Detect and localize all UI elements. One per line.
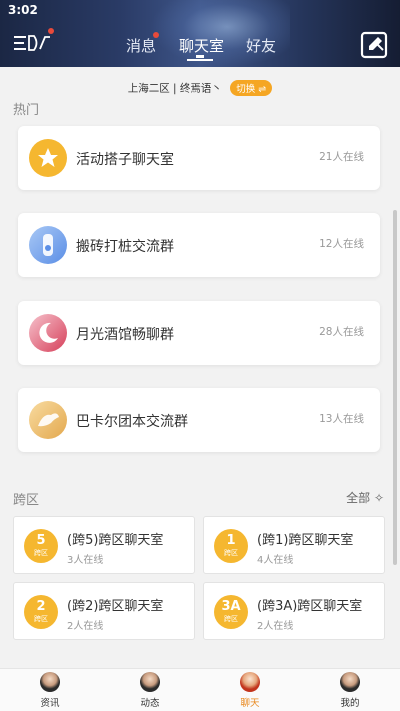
badge-number: 5 [36,533,46,548]
hot-room-name: 搬砖打桩交流群 [76,239,174,255]
hot-room-name: 月光酒馆畅聊群 [76,327,174,343]
star-icon [29,139,67,177]
hot-room-online: 21人在线 [319,151,364,163]
badge-number: 1 [226,533,236,548]
cross-room-online: 4人在线 [257,555,294,566]
cross-room-badge: 3A 跨区 [214,595,248,629]
see-all-link[interactable]: 全部 ✧ [346,489,384,506]
badge-number: 3A [221,599,241,614]
tab-indicator-mark [196,55,204,58]
nav-label: 聊天 [240,698,260,709]
cross-room-name: (跨1)跨区聊天室 [257,533,354,548]
nav-feed[interactable]: 动态 [125,672,175,709]
nav-label: 资讯 [40,698,60,709]
dragon-icon [29,401,67,439]
cross-room-card[interactable]: 1 跨区 (跨1)跨区聊天室 4人在线 [203,516,385,574]
tab-friends[interactable]: 好友 [246,35,276,56]
nav-chat[interactable]: 聊天 [225,672,275,709]
hot-room-online: 12人在线 [319,238,364,250]
cross-room-online: 3人在线 [67,555,104,566]
cross-room-badge: 1 跨区 [214,529,248,563]
tab-chatroom[interactable]: 聊天室 [179,35,224,56]
hot-section-title: 热门 [13,103,40,118]
hot-room-card[interactable]: 活动搭子聊天室 21人在线 [18,126,380,190]
hot-room-online: 13人在线 [319,413,364,425]
hot-room-name: 活动搭子聊天室 [76,152,174,168]
badge-sub: 跨区 [224,615,238,623]
cross-room-name: (跨3A)跨区聊天室 [257,599,363,614]
hot-room-card[interactable]: 月光酒馆畅聊群 28人在线 [18,301,380,365]
edit-icon[interactable] [359,30,389,60]
badge-sub: 跨区 [224,549,238,557]
cross-room-name: (跨5)跨区聊天室 [67,533,164,548]
cross-room-name: (跨2)跨区聊天室 [67,599,164,614]
badge-number: 2 [36,599,46,614]
app-header: 3:02 消息 聊天室 好友 [0,0,400,67]
cross-room-card[interactable]: 3A 跨区 (跨3A)跨区聊天室 2人在线 [203,582,385,640]
tab-indicator [187,59,213,61]
tab-messages[interactable]: 消息 [126,35,156,56]
potion-icon [29,226,67,264]
hot-room-card[interactable]: 搬砖打桩交流群 12人在线 [18,213,380,277]
avatar-icon [40,672,60,692]
nav-news[interactable]: 资讯 [25,672,75,709]
hot-room-card[interactable]: 巴卡尔团本交流群 13人在线 [18,388,380,452]
cross-room-card[interactable]: 5 跨区 (跨5)跨区聊天室 3人在线 [13,516,195,574]
scrollbar[interactable] [393,210,397,565]
badge-sub: 跨区 [34,615,48,623]
bottom-navigation: 资讯 动态 聊天 我的 [0,668,400,711]
cross-room-online: 2人在线 [257,621,294,632]
hot-room-name: 巴卡尔团本交流群 [76,414,188,430]
nav-me[interactable]: 我的 [325,672,375,709]
server-name: 上海二区 | 终焉语丶 [127,82,222,95]
cross-room-badge: 2 跨区 [24,595,58,629]
avatar-icon [340,672,360,692]
logo-notification-dot [48,28,54,34]
nav-label: 动态 [140,698,160,709]
avatar-icon [240,672,260,692]
cross-section-title: 跨区 [13,493,40,508]
switch-server-button[interactable]: 切换 ⇌ [230,80,273,96]
avatar-icon [140,672,160,692]
cross-room-badge: 5 跨区 [24,529,58,563]
moon-icon [29,314,67,352]
server-info: 上海二区 | 终焉语丶 切换 ⇌ [0,80,400,96]
hot-room-online: 28人在线 [319,326,364,338]
cross-room-card[interactable]: 2 跨区 (跨2)跨区聊天室 2人在线 [13,582,195,640]
header-character-art [150,0,290,67]
badge-sub: 跨区 [34,549,48,557]
tab-messages-dot [153,32,159,38]
app-logo-icon[interactable] [12,33,52,53]
nav-label: 我的 [340,698,360,709]
status-time: 3:02 [8,3,38,17]
cross-room-online: 2人在线 [67,621,104,632]
